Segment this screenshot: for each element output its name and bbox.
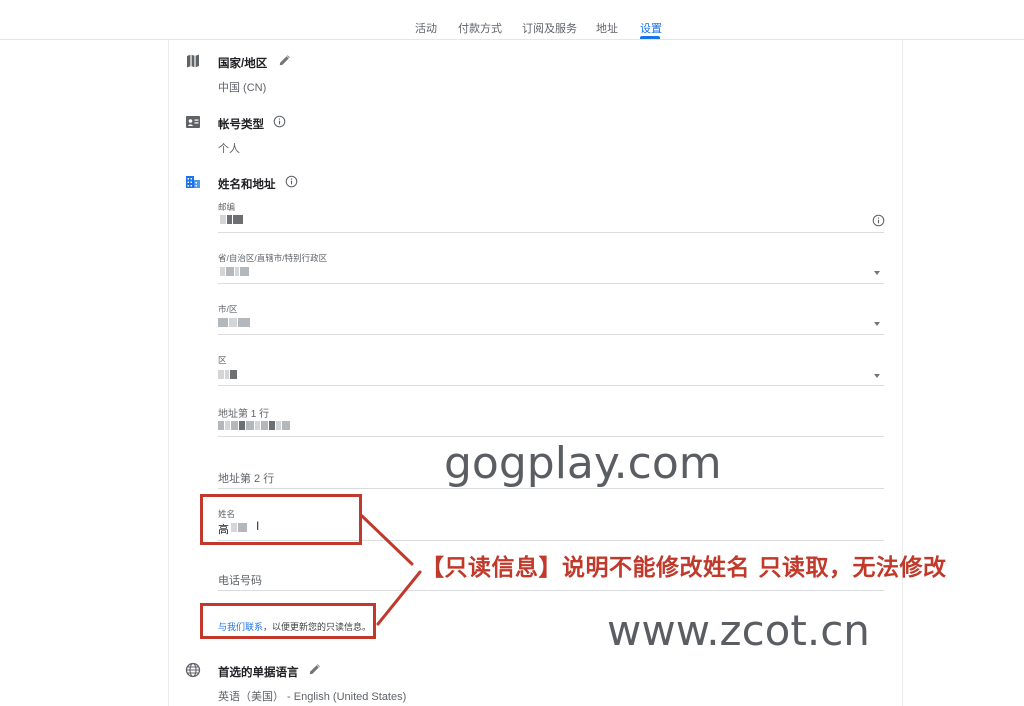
name-address-title: 姓名和地址 bbox=[218, 179, 276, 191]
tab-payment-methods[interactable]: 付款方式 bbox=[458, 20, 502, 36]
edit-pencil-icon[interactable] bbox=[308, 662, 322, 676]
info-icon[interactable] bbox=[285, 175, 298, 188]
phone-underline bbox=[218, 590, 884, 591]
postal-code-value-redacted[interactable] bbox=[220, 214, 243, 224]
contact-highlight-box bbox=[200, 603, 376, 639]
province-underline bbox=[218, 283, 884, 284]
district-value-redacted[interactable] bbox=[218, 369, 237, 379]
tab-activity[interactable]: 活动 bbox=[415, 20, 437, 36]
tab-addresses[interactable]: 地址 bbox=[596, 20, 618, 36]
postal-code-label: 邮编 bbox=[218, 202, 236, 212]
city-label: 市/区 bbox=[218, 304, 238, 314]
business-building-icon bbox=[186, 176, 200, 188]
top-navigation: 活动 付款方式 订阅及服务 地址 设置 bbox=[0, 0, 1024, 40]
phone-field[interactable]: 电话号码 bbox=[218, 572, 262, 588]
annotation-note: 【只读信息】说明不能修改姓名 只读取，无法修改 bbox=[421, 555, 947, 581]
account-type-title: 帐号类型 bbox=[218, 119, 264, 131]
chevron-down-icon[interactable] bbox=[874, 374, 880, 378]
panel-border-left bbox=[168, 40, 169, 706]
postal-code-underline bbox=[218, 232, 884, 233]
address-line-1-underline bbox=[218, 436, 884, 437]
language-value: 英语（美国） - English (United States) bbox=[218, 691, 407, 703]
province-value-redacted[interactable] bbox=[220, 266, 249, 276]
map-icon bbox=[187, 54, 199, 68]
district-label: 区 bbox=[218, 355, 227, 365]
account-type-value: 个人 bbox=[218, 143, 240, 155]
active-tab-indicator bbox=[640, 36, 660, 39]
watermark-zcot: www.zcot.cn bbox=[607, 606, 870, 655]
tab-settings[interactable]: 设置 bbox=[640, 20, 662, 36]
chevron-down-icon[interactable] bbox=[874, 322, 880, 326]
chevron-down-icon[interactable] bbox=[874, 271, 880, 275]
panel-border-right bbox=[902, 40, 903, 706]
annotation-arrows bbox=[360, 514, 422, 626]
account-card-icon bbox=[186, 116, 200, 128]
tab-subscriptions[interactable]: 订阅及服务 bbox=[522, 20, 577, 36]
address-line-1-label: 地址第 1 行 bbox=[218, 409, 270, 420]
info-icon[interactable] bbox=[273, 115, 286, 128]
watermark-gogplay: gogplay.com bbox=[444, 438, 722, 489]
info-icon[interactable] bbox=[872, 214, 885, 227]
language-title: 首选的单据语言 bbox=[218, 667, 299, 679]
country-title: 国家/地区 bbox=[218, 58, 268, 70]
edit-pencil-icon[interactable] bbox=[278, 53, 292, 67]
district-underline bbox=[218, 385, 884, 386]
city-underline bbox=[218, 334, 884, 335]
address-line-2-field[interactable]: 地址第 2 行 bbox=[218, 470, 274, 486]
country-value: 中国 (CN) bbox=[218, 82, 267, 94]
globe-icon bbox=[185, 662, 201, 678]
name-highlight-box bbox=[200, 494, 362, 545]
province-label: 省/自治区/直辖市/特别行政区 bbox=[218, 253, 328, 263]
city-value-redacted[interactable] bbox=[218, 317, 250, 327]
address-line-1-value-redacted[interactable] bbox=[218, 420, 290, 430]
